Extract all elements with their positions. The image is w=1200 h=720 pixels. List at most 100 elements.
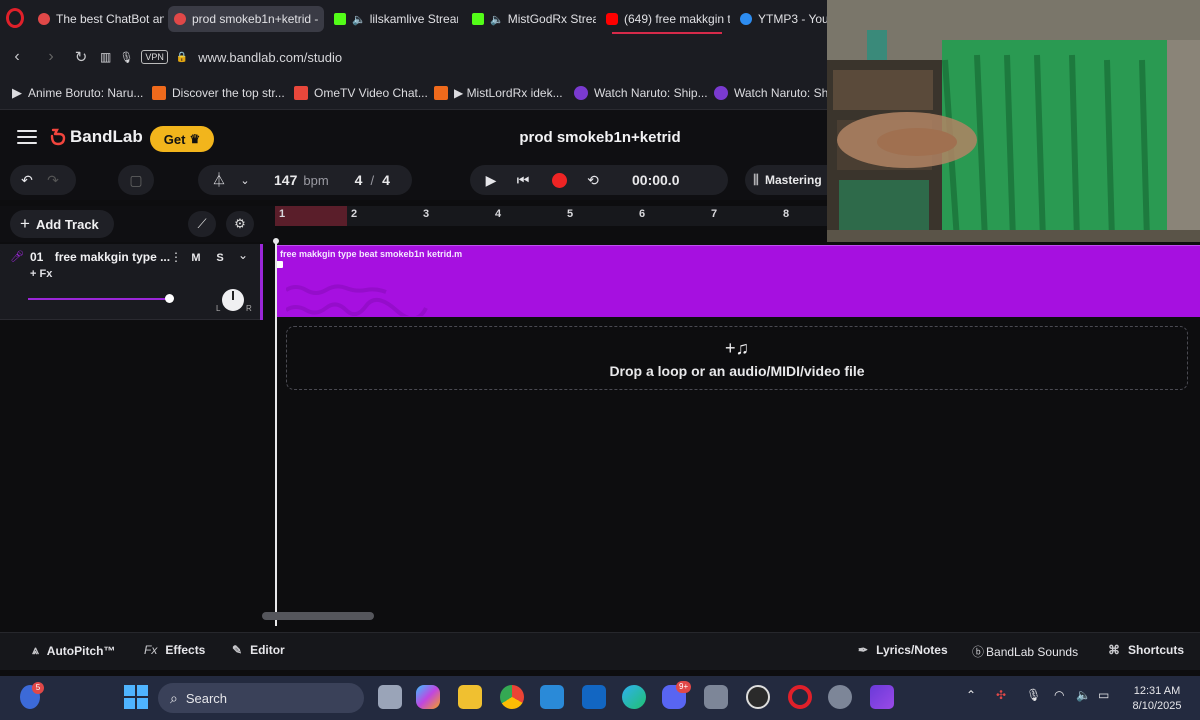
tab-ytmp3[interactable]: YTMP3 - YouT	[734, 6, 827, 32]
mixer-settings-icon[interactable]: ⚙	[226, 211, 254, 237]
tab-chatbot[interactable]: The best ChatBot and	[32, 6, 164, 32]
bandlab-logo[interactable]: BandLab	[50, 127, 143, 147]
editor-button[interactable]: ✎ Editor	[232, 643, 285, 657]
microphone-tray-icon[interactable]: 🎙	[1026, 688, 1041, 702]
opera-logo-icon[interactable]	[6, 8, 24, 28]
wifi-icon[interactable]: ◠	[1054, 688, 1064, 702]
tab-bandlab-studio[interactable]: prod smokeb1n+ketrid -	[168, 6, 324, 32]
obs-icon[interactable]	[746, 685, 770, 709]
volume-icon[interactable]: 🔈	[1076, 688, 1091, 702]
command-icon: ⌘	[1108, 643, 1120, 657]
time-signature-denominator[interactable]: 4	[382, 172, 390, 188]
camera-icon[interactable]	[704, 685, 728, 709]
metronome-icon[interactable]: ⏃	[206, 167, 232, 193]
vpn-badge[interactable]: VPN	[141, 50, 168, 64]
add-track-button[interactable]: + Add Track	[10, 210, 114, 238]
chevron-up-icon[interactable]: ⌃	[966, 688, 976, 702]
time-signature-numerator[interactable]: 4	[355, 172, 363, 188]
bookmark-discover[interactable]: Discover the top str...	[152, 84, 285, 102]
track-name: free makkgin type ...	[54, 250, 171, 264]
snapshot-group: ▢	[118, 165, 154, 195]
pan-right-label: R	[246, 304, 252, 313]
clip-start-handle[interactable]	[276, 261, 283, 268]
play-icon[interactable]: ▶	[478, 167, 504, 193]
copilot-icon[interactable]	[416, 685, 440, 709]
tab-label: YTMP3 - YouT	[758, 12, 827, 26]
playhead[interactable]	[273, 238, 279, 626]
bookmark-mistlordrx[interactable]: ▶ MistLordRx idek...	[434, 84, 563, 102]
autopitch-button[interactable]: ⩓ AutoPitch™	[32, 643, 115, 658]
volume-slider[interactable]	[28, 298, 172, 300]
url-bar[interactable]: ▥ 🎙 VPN 🔒 www.bandlab.com/studio	[100, 44, 830, 70]
undo-icon[interactable]: ↶	[14, 167, 40, 193]
bar-number: 7	[711, 208, 718, 220]
windows-taskbar: 5 ⌕ Search 9+ ⌃ ✣ 🎙 ◠ 🔈 ▭ 12:31 AM 8/10/…	[0, 676, 1200, 720]
track-more-icon[interactable]: ⋮	[170, 250, 182, 264]
track-tools-row: + Add Track ⟋ ⚙	[0, 206, 275, 242]
bpm-unit: bpm	[303, 172, 329, 188]
forward-icon[interactable]: ›	[40, 46, 62, 68]
record-icon[interactable]	[546, 167, 572, 193]
bookmark-ometv[interactable]: OmeTV Video Chat...	[294, 84, 428, 102]
system-clock[interactable]: 12:31 AM 8/10/2025	[1120, 684, 1194, 714]
bookmark-naruto-2[interactable]: Watch Naruto: Shi	[714, 84, 831, 102]
kick-favicon-icon	[472, 13, 484, 25]
effects-button[interactable]: Fx Effects	[144, 643, 205, 657]
reload-icon[interactable]: ↻	[70, 46, 92, 68]
settings-icon[interactable]	[828, 685, 852, 709]
track-expand-icon[interactable]: ⌄	[238, 248, 248, 262]
snapshot-icon[interactable]: ▢	[123, 167, 149, 193]
edge-icon[interactable]	[622, 685, 646, 709]
battery-icon[interactable]: ▭	[1098, 688, 1109, 702]
task-view-icon[interactable]	[378, 685, 402, 709]
opera-taskbar-icon[interactable]	[788, 685, 812, 709]
horizontal-scrollbar[interactable]	[262, 612, 374, 620]
lyrics-notes-button[interactable]: ✒ Lyrics/Notes	[858, 643, 948, 657]
file-explorer-icon[interactable]	[458, 685, 482, 709]
menu-icon[interactable]	[17, 130, 37, 144]
effects-icon: Fx	[144, 643, 158, 657]
microsoft-store-icon[interactable]	[540, 685, 564, 709]
bandlab-sounds-button[interactable]: ⓑ BandLab Sounds	[972, 643, 1078, 660]
kick-favicon-icon	[334, 13, 346, 25]
reader-icon[interactable]: ▥	[100, 50, 111, 64]
loop-region[interactable]	[275, 206, 347, 226]
solo-button[interactable]: S	[210, 249, 230, 267]
tab-mistgodrx[interactable]: 🔈 MistGodRx Stream	[466, 6, 596, 32]
volume-slider-handle[interactable]	[165, 294, 174, 303]
loop-icon[interactable]: ⟲	[580, 167, 606, 193]
add-fx-button[interactable]: + Fx	[30, 268, 52, 280]
url-text[interactable]: www.bandlab.com/studio	[198, 50, 342, 65]
skip-to-start-icon[interactable]: ⏮	[510, 167, 536, 193]
bookmark-anime-boruto[interactable]: ▶ Anime Boruto: Naru...	[12, 84, 143, 102]
speaker-icon: 🔈	[490, 13, 504, 26]
time-display[interactable]: 00:00.0	[632, 172, 679, 188]
tab-lilskamlive[interactable]: 🔈 lilskamlive Stream	[328, 6, 458, 32]
chrome-icon[interactable]	[500, 685, 524, 709]
track-title[interactable]: 01 free makkgin type ...	[30, 250, 170, 264]
audio-clip[interactable]: free makkgin type beat smokeb1n ketrid.m	[276, 245, 1200, 317]
bookmark-naruto-1[interactable]: Watch Naruto: Ship...	[574, 84, 708, 102]
tab-youtube[interactable]: (649) free makkgin ty	[600, 6, 730, 32]
project-title[interactable]: prod smokeb1n+ketrid	[480, 129, 720, 146]
windows-start-icon[interactable]	[124, 685, 148, 709]
bookmark-favicon-icon	[152, 86, 166, 100]
mute-button[interactable]: M	[186, 249, 206, 267]
play-icon: ▶	[12, 85, 22, 100]
clipchamp-icon[interactable]	[870, 685, 894, 709]
get-membership-button[interactable]: Get ♛	[150, 126, 214, 152]
taskbar-search[interactable]: ⌕ Search	[158, 683, 364, 713]
redo-icon[interactable]: ↷	[40, 167, 66, 193]
metronome-dropdown-icon[interactable]: ⌄	[232, 167, 258, 193]
track-header[interactable]: 🎤︎ 01 free makkgin type ... ⋮ M S ⌄ + Fx…	[0, 244, 262, 320]
mic-icon[interactable]: 🎙	[119, 51, 133, 64]
shortcuts-button[interactable]: ⌘ Shortcuts	[1108, 643, 1184, 657]
tray-app-icon[interactable]: ✣	[996, 688, 1006, 702]
pan-knob[interactable]	[222, 289, 244, 311]
automation-icon[interactable]: ⟋	[188, 211, 216, 237]
outlook-icon[interactable]	[582, 685, 606, 709]
ytmp3-favicon-icon	[740, 13, 752, 25]
bpm-value[interactable]: 147	[274, 172, 297, 188]
back-icon[interactable]: ‹	[6, 46, 28, 68]
drop-zone[interactable]: +♫ Drop a loop or an audio/MIDI/video fi…	[286, 326, 1188, 390]
